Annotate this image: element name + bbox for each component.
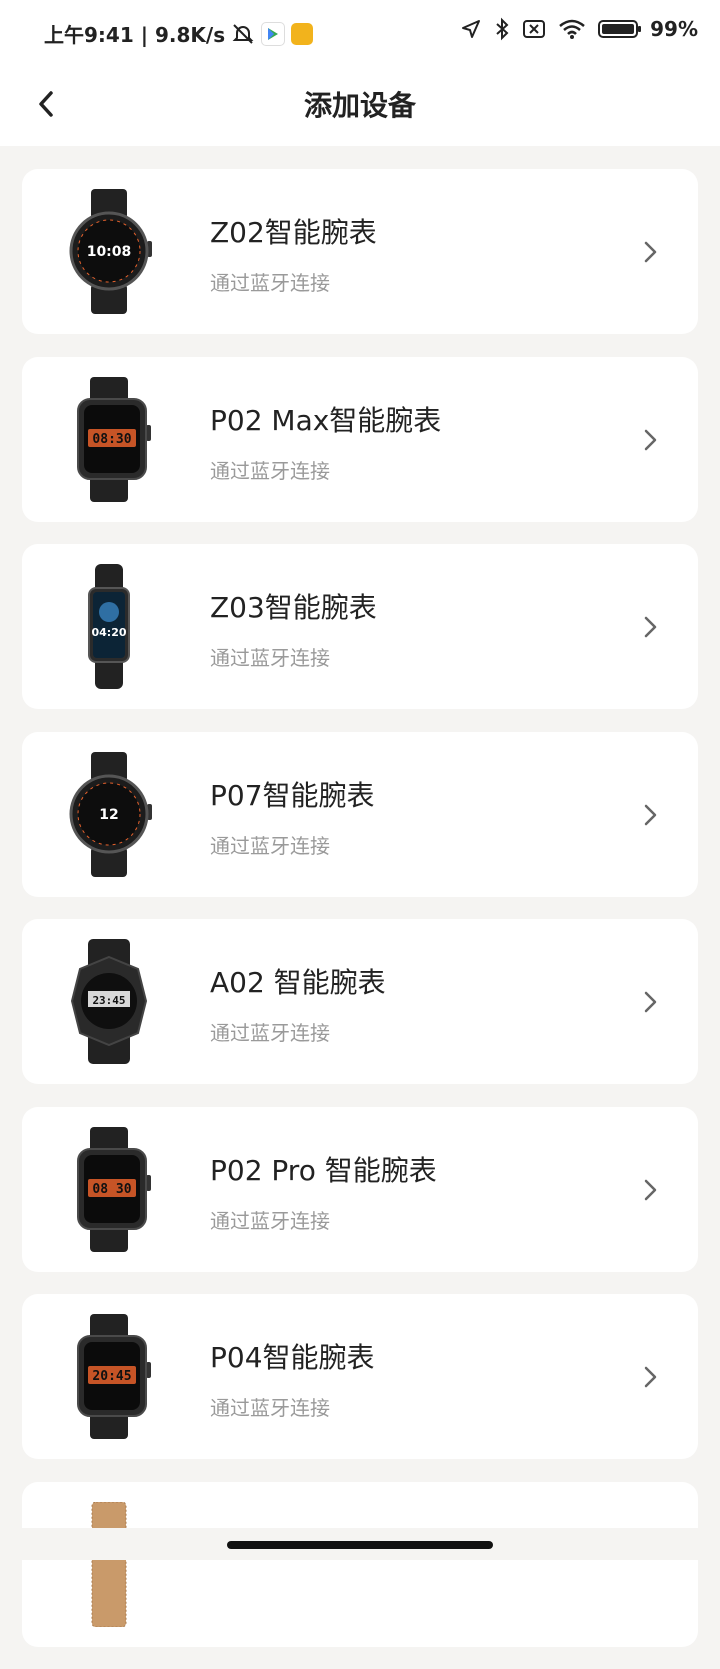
no-sim-icon bbox=[523, 20, 546, 38]
chevron-right-icon bbox=[638, 1175, 662, 1205]
device-subtitle: 通过蓝牙连接 bbox=[210, 458, 330, 483]
device-name: P02 Pro 智能腕表 bbox=[210, 1153, 437, 1187]
device-subtitle: 通过蓝牙连接 bbox=[210, 1396, 330, 1420]
battery-icon bbox=[598, 20, 642, 38]
device-card[interactable]: 08 30 P02 Pro 智能腕表通过蓝牙连接 bbox=[22, 1106, 698, 1272]
device-card[interactable]: 23:45 A02 智能腕表通过蓝牙连接 bbox=[22, 919, 698, 1084]
svg-text:12: 12 bbox=[99, 807, 118, 823]
device-name: A02 智能腕表 bbox=[210, 966, 386, 999]
device-subtitle: 通过蓝牙连接 bbox=[210, 1021, 330, 1045]
page-title: 添加设备 bbox=[303, 89, 416, 122]
status-bar: 上午9:41 | 9.8K/s 99% bbox=[0, 0, 720, 64]
watch-image: 08 30 bbox=[66, 1126, 152, 1252]
watch-image bbox=[66, 1501, 152, 1627]
device-list: 10:08 Z02智能腕表 通过蓝牙连接 08:30 P02 Max智能腕表 通过蓝… bbox=[22, 169, 698, 1669]
device-name: Z03智能腕表 bbox=[210, 591, 377, 624]
svg-text:10:08: 10:08 bbox=[87, 244, 132, 260]
header: 添加设备 bbox=[0, 64, 720, 146]
home-indicator[interactable] bbox=[227, 1541, 493, 1549]
svg-text:08:30: 08:30 bbox=[92, 432, 131, 447]
device-card[interactable]: 04:20 Z03智能腕表通过蓝牙连接 bbox=[22, 544, 698, 709]
wifi-icon bbox=[559, 19, 585, 39]
chevron-right-icon bbox=[638, 425, 662, 455]
chevron-right-icon bbox=[638, 800, 662, 830]
device-name: P02 Max智能腕表 bbox=[210, 403, 442, 437]
device-card[interactable]: 08:30 P02 Max智能腕表通过蓝牙连接 bbox=[22, 356, 698, 522]
bluetooth-icon bbox=[496, 17, 509, 41]
status-left: 上午9:41 | 9.8K/s bbox=[44, 19, 314, 48]
device-name: Z02智能腕表 bbox=[210, 216, 377, 249]
device-subtitle: 通过蓝牙连接 bbox=[210, 271, 330, 295]
battery-percent: 99% bbox=[650, 17, 698, 41]
chevron-right-icon bbox=[638, 237, 662, 267]
watch-image: 20:45 bbox=[66, 1314, 152, 1439]
play-store-icon bbox=[261, 21, 286, 46]
status-right: 99% bbox=[460, 17, 698, 41]
device-name: P07智能腕表 bbox=[210, 778, 375, 812]
mute-bell-icon bbox=[232, 23, 254, 44]
watch-image: 12 bbox=[66, 751, 152, 877]
svg-text:20:45: 20:45 bbox=[92, 1369, 131, 1384]
watch-image: 23:45 bbox=[66, 939, 152, 1064]
device-card[interactable]: 20:45 P04智能腕表通过蓝牙连接 bbox=[22, 1294, 698, 1459]
app-badge-icon bbox=[291, 22, 314, 45]
status-time-speed: 上午9:41 | 9.8K/s bbox=[44, 23, 226, 47]
watch-image: 04:20 bbox=[66, 564, 152, 689]
battery-fill bbox=[602, 24, 635, 34]
watch-image: 10:08 bbox=[66, 189, 152, 314]
device-subtitle: 通过蓝牙连接 bbox=[210, 646, 330, 670]
device-card[interactable]: 12 P07智能腕表通过蓝牙连接 bbox=[22, 731, 698, 897]
device-subtitle: 通过蓝牙连接 bbox=[210, 1208, 330, 1233]
watch-image: 08:30 bbox=[66, 376, 152, 502]
device-subtitle: 通过蓝牙连接 bbox=[210, 833, 330, 858]
device-card[interactable] bbox=[22, 1481, 698, 1647]
svg-text:04:20: 04:20 bbox=[91, 626, 126, 639]
device-name: P04智能腕表 bbox=[210, 1341, 375, 1374]
chevron-right-icon bbox=[638, 612, 662, 642]
location-icon bbox=[462, 20, 481, 38]
chevron-right-icon bbox=[638, 987, 662, 1017]
device-card[interactable]: 10:08 Z02智能腕表通过蓝牙连接 bbox=[22, 169, 698, 334]
svg-text:23:45: 23:45 bbox=[92, 994, 125, 1007]
svg-text:08 30: 08 30 bbox=[92, 1182, 131, 1197]
chevron-right-icon bbox=[638, 1362, 662, 1392]
